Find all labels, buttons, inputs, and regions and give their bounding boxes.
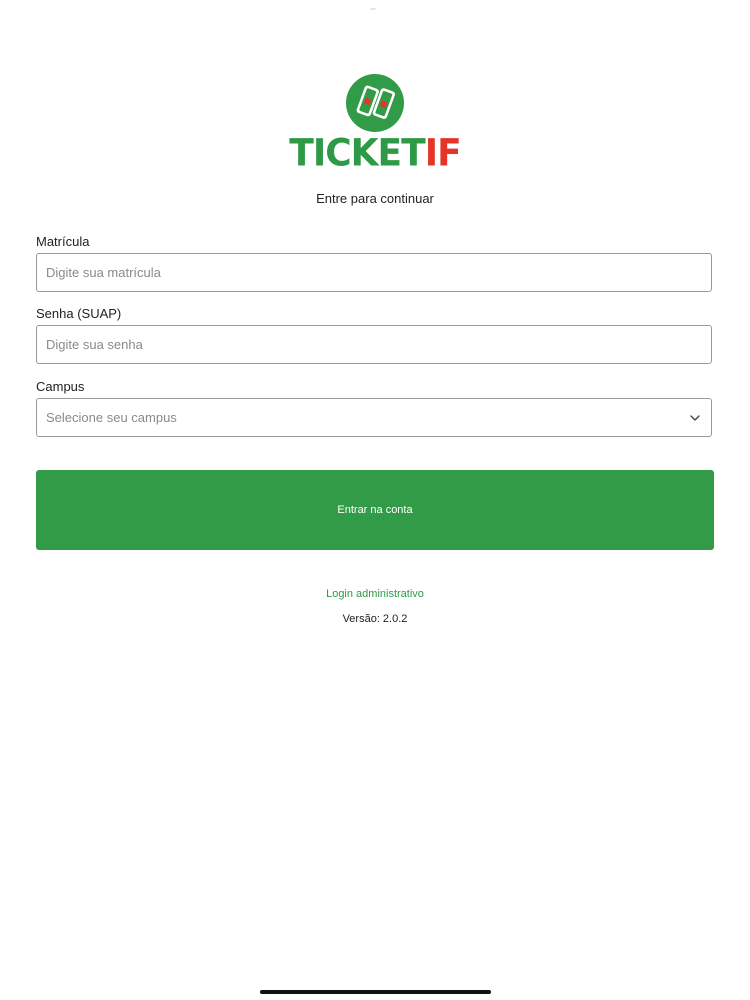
chevron-down-icon [690,414,700,421]
home-indicator[interactable] [260,990,491,994]
logo-text-ticket: TICKET [289,131,425,175]
page-subtitle: Entre para continuar [316,191,434,206]
top-indicator [370,8,376,10]
ticket-logo-icon [346,74,404,132]
senha-input[interactable] [46,337,701,352]
campus-label: Campus [36,379,85,394]
logo: TICKETIF [0,74,750,174]
login-button[interactable]: Entrar na conta [36,470,714,550]
matricula-label: Matrícula [36,234,90,249]
matricula-input[interactable] [46,265,701,280]
campus-select[interactable]: Selecione seu campus [36,398,712,437]
matricula-field[interactable] [36,253,712,292]
admin-login-link[interactable]: Login administrativo [0,588,750,600]
senha-label: Senha (SUAP) [36,306,122,321]
logo-text-if: IF [424,131,462,175]
logo-wordmark: TICKETIF [289,131,462,175]
campus-select-value: Selecione seu campus [46,410,177,425]
version-text: Versão: 2.0.2 [342,613,408,625]
senha-field[interactable] [36,325,712,364]
